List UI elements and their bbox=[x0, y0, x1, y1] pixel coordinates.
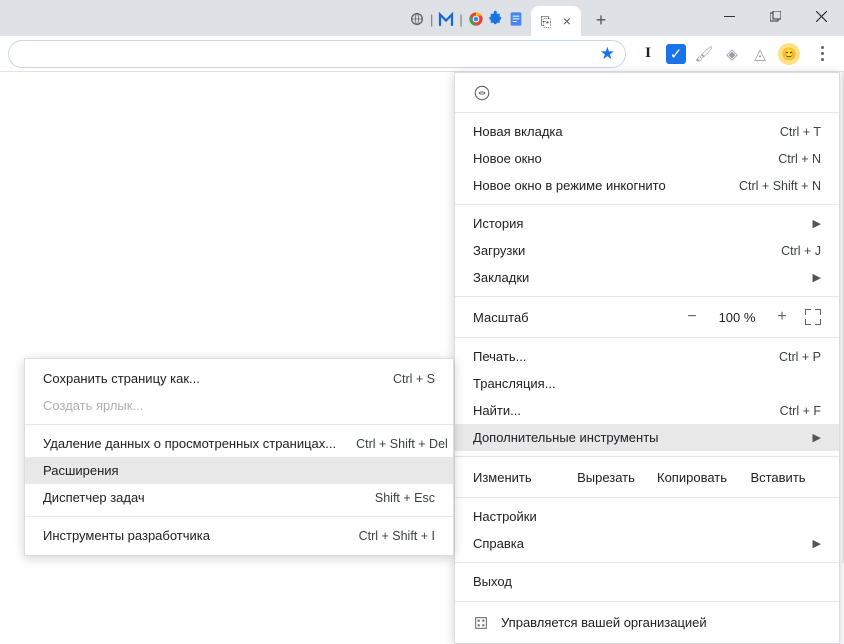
chrome-main-menu: Новая вкладка Ctrl + T Новое окно Ctrl +… bbox=[454, 72, 840, 644]
building-icon bbox=[473, 615, 489, 631]
submenu-extensions[interactable]: Расширения bbox=[25, 457, 453, 484]
edit-label: Изменить bbox=[473, 470, 563, 485]
bookmark-star-icon[interactable]: ★ bbox=[600, 44, 615, 64]
submenu-create-shortcut: Создать ярлык... bbox=[25, 392, 453, 419]
new-tab-button[interactable]: + bbox=[587, 6, 615, 34]
menu-history[interactable]: История ▶ bbox=[455, 210, 839, 237]
menu-separator bbox=[455, 497, 839, 498]
chevron-right-icon: ▶ bbox=[813, 217, 821, 230]
menu-zoom: Масштаб − 100 % + bbox=[455, 302, 839, 332]
menu-separator bbox=[25, 516, 453, 517]
menu-help[interactable]: Справка ▶ bbox=[455, 530, 839, 557]
extension-i-icon[interactable]: I bbox=[638, 44, 658, 64]
active-tab[interactable]: ⎘ × bbox=[531, 6, 581, 36]
tab-close-button[interactable]: × bbox=[563, 13, 571, 29]
profile-avatar[interactable]: 😊 bbox=[778, 43, 800, 65]
malwarebytes-icon[interactable] bbox=[437, 10, 455, 28]
menu-separator bbox=[455, 456, 839, 457]
extension-diamond-icon[interactable]: ◈ bbox=[722, 44, 742, 64]
menu-new-incognito[interactable]: Новое окно в режиме инкогнито Ctrl + Shi… bbox=[455, 172, 839, 199]
zoom-value: 100 % bbox=[715, 310, 759, 325]
menu-managed-by-org[interactable]: Управляется вашей организацией bbox=[455, 601, 839, 637]
menu-more-tools[interactable]: Дополнительные инструменты ▶ bbox=[455, 424, 839, 451]
puzzle-icon[interactable] bbox=[487, 10, 505, 28]
tab-strip: | | ⎘ × + bbox=[0, 0, 844, 36]
address-bar[interactable]: ★ bbox=[8, 40, 626, 68]
menu-edit: Изменить Вырезать Копировать Вставить bbox=[455, 462, 839, 492]
submenu-dev-tools[interactable]: Инструменты разработчика Ctrl + Shift + … bbox=[25, 522, 453, 549]
submenu-task-manager[interactable]: Диспетчер задач Shift + Esc bbox=[25, 484, 453, 511]
toolbar-actions: I ✓ 🖌 ◈ ◬ 😊 bbox=[638, 40, 836, 68]
menu-separator bbox=[455, 296, 839, 297]
menu-separator bbox=[25, 424, 453, 425]
docs-icon[interactable] bbox=[507, 10, 525, 28]
edit-paste-button[interactable]: Вставить bbox=[735, 470, 821, 485]
menu-downloads[interactable]: Загрузки Ctrl + J bbox=[455, 237, 839, 264]
zoom-out-button[interactable]: − bbox=[685, 308, 699, 326]
chrome-icon[interactable] bbox=[467, 10, 485, 28]
menu-new-window[interactable]: Новое окно Ctrl + N bbox=[455, 145, 839, 172]
chevron-right-icon: ▶ bbox=[813, 537, 821, 550]
edit-copy-button[interactable]: Копировать bbox=[649, 470, 735, 485]
window-minimize-button[interactable] bbox=[706, 0, 752, 32]
menu-print[interactable]: Печать... Ctrl + P bbox=[455, 343, 839, 370]
window-maximize-button[interactable] bbox=[752, 0, 798, 32]
extension-drive-icon[interactable]: ◬ bbox=[750, 44, 770, 64]
menu-bookmarks[interactable]: Закладки ▶ bbox=[455, 264, 839, 291]
menu-settings[interactable]: Настройки bbox=[455, 503, 839, 530]
submenu-save-page[interactable]: Сохранить страницу как... Ctrl + S bbox=[25, 365, 453, 392]
managed-label: Управляется вашей организацией bbox=[501, 615, 707, 630]
zoom-label: Масштаб bbox=[473, 310, 673, 325]
window-close-button[interactable] bbox=[798, 0, 844, 32]
chrome-menu-button[interactable] bbox=[808, 40, 836, 68]
submenu-clear-browsing-data[interactable]: Удаление данных о просмотренных страница… bbox=[25, 430, 453, 457]
more-tools-submenu: Сохранить страницу как... Ctrl + S Созда… bbox=[24, 358, 454, 556]
tab-separator: | bbox=[459, 12, 462, 27]
menu-separator bbox=[455, 337, 839, 338]
tab-favicon: ⎘ bbox=[541, 14, 555, 28]
menu-new-tab[interactable]: Новая вкладка Ctrl + T bbox=[455, 118, 839, 145]
window-controls bbox=[706, 0, 844, 32]
extension-check-icon[interactable]: ✓ bbox=[666, 44, 686, 64]
chevron-right-icon: ▶ bbox=[813, 431, 821, 444]
zoom-in-button[interactable]: + bbox=[775, 308, 789, 326]
extension-brush-icon[interactable]: 🖌 bbox=[694, 44, 714, 64]
tab-separator: | bbox=[430, 12, 433, 27]
menu-find[interactable]: Найти... Ctrl + F bbox=[455, 397, 839, 424]
menu-cast[interactable]: Трансляция... bbox=[455, 370, 839, 397]
menu-exit[interactable]: Выход bbox=[455, 568, 839, 595]
toolbar: ★ I ✓ 🖌 ◈ ◬ 😊 bbox=[0, 36, 844, 72]
extension-menu-header bbox=[455, 79, 839, 107]
menu-separator bbox=[455, 112, 839, 113]
edit-cut-button[interactable]: Вырезать bbox=[563, 470, 649, 485]
fullscreen-button[interactable] bbox=[805, 309, 821, 325]
chevron-right-icon: ▶ bbox=[813, 271, 821, 284]
menu-separator bbox=[455, 204, 839, 205]
globe-icon[interactable] bbox=[408, 10, 426, 28]
background-tab-favicons: | | bbox=[408, 10, 525, 28]
